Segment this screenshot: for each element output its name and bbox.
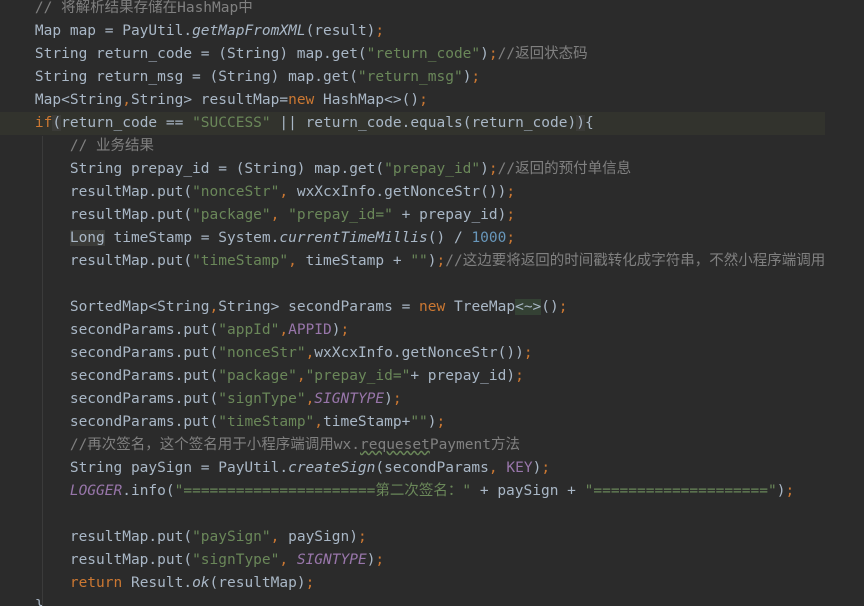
code-line[interactable] — [0, 503, 825, 526]
code-line[interactable]: resultMap.put("package", "prepay_id=" + … — [0, 204, 825, 227]
code-line[interactable]: secondParams.put("nonceStr",wxXcxInfo.ge… — [0, 342, 825, 365]
code-line[interactable]: resultMap.put("paySign", paySign); — [0, 526, 825, 549]
code-line[interactable]: Map<String,String> resultMap=new HashMap… — [0, 89, 825, 112]
code-line[interactable]: } — [0, 595, 825, 606]
code-line[interactable]: // 业务结果 — [0, 135, 825, 158]
code-editor[interactable]: // 将解析结果存储在HashMap中 Map map = PayUtil.ge… — [0, 0, 864, 606]
code-line[interactable] — [0, 273, 825, 296]
code-line[interactable]: SortedMap<String,String> secondParams = … — [0, 296, 825, 319]
code-line[interactable]: String paySign = PayUtil.createSign(seco… — [0, 457, 825, 480]
code-line[interactable]: String return_msg = (String) map.get("re… — [0, 66, 825, 89]
code-line[interactable]: if(return_code == "SUCCESS" || return_co… — [0, 112, 826, 135]
code-line[interactable]: resultMap.put("nonceStr", wxXcxInfo.getN… — [0, 181, 825, 204]
code-line[interactable]: resultMap.put("signType", SIGNTYPE); — [0, 549, 825, 572]
code-line[interactable]: String prepay_id = (String) map.get("pre… — [0, 158, 825, 181]
code-line[interactable]: secondParams.put("package","prepay_id="+… — [0, 365, 825, 388]
code-line[interactable]: // 将解析结果存储在HashMap中 — [0, 0, 825, 20]
code-line[interactable]: Map map = PayUtil.getMapFromXML(result); — [0, 20, 825, 43]
code-line[interactable]: resultMap.put("timeStamp", timeStamp + "… — [0, 250, 825, 273]
code-line[interactable]: secondParams.put("appId",APPID); — [0, 319, 825, 342]
code-line[interactable]: secondParams.put("timeStamp",timeStamp+"… — [0, 411, 825, 434]
code-line[interactable]: //再次签名，这个签名用于小程序端调用wx.requesetPayment方法 — [0, 434, 825, 457]
code-line[interactable]: String return_code = (String) map.get("r… — [0, 43, 825, 66]
code-lines[interactable]: // 将解析结果存储在HashMap中 Map map = PayUtil.ge… — [0, 0, 826, 606]
code-line[interactable]: return Result.ok(resultMap); — [0, 572, 825, 595]
code-line[interactable]: Long timeStamp = System.currentTimeMilli… — [0, 227, 825, 250]
code-line[interactable]: secondParams.put("signType",SIGNTYPE); — [0, 388, 825, 411]
code-line[interactable]: LOGGER.info("======================第二次签名… — [0, 480, 825, 503]
